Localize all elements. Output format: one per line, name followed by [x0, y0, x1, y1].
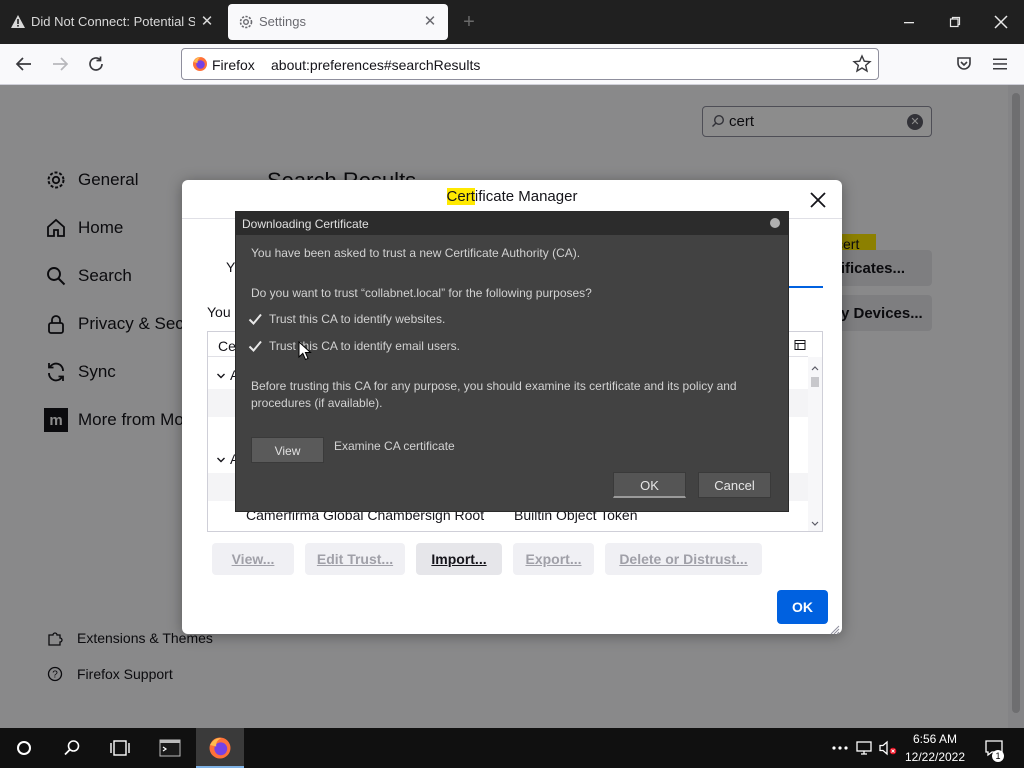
bookmark-star-icon[interactable]	[852, 54, 872, 74]
delete-distrust-button[interactable]: Delete or Distrust...	[605, 543, 762, 575]
network-icon[interactable]	[852, 736, 876, 760]
more-icon[interactable]	[828, 736, 852, 760]
tree-scrollbar[interactable]	[808, 357, 822, 531]
minimize-button[interactable]	[895, 8, 923, 36]
pocket-icon[interactable]	[952, 52, 976, 76]
intro-text: You	[207, 304, 231, 320]
menu-icon[interactable]	[988, 52, 1012, 76]
trust-question-text: Do you want to trust “collabnet.local” f…	[251, 286, 592, 300]
checkbox-label: Trust this CA to identify websites.	[269, 312, 446, 326]
close-icon[interactable]	[806, 188, 830, 212]
column-header: Ce	[218, 338, 236, 354]
clock-time: 6:56 AM	[912, 732, 958, 746]
close-window-button[interactable]	[987, 8, 1015, 36]
firefox-icon	[192, 56, 208, 72]
tab-label: Settings	[259, 14, 306, 29]
url-bar[interactable]: Firefox about:preferences#searchResults	[181, 48, 879, 80]
gear-icon	[238, 14, 254, 30]
nav-bar: Firefox about:preferences#searchResults	[0, 44, 1024, 85]
mouse-pointer-icon	[298, 340, 312, 361]
dialog-close-icon[interactable]	[770, 218, 780, 228]
edit-trust-button[interactable]: Edit Trust...	[305, 543, 405, 575]
export-button[interactable]: Export...	[513, 543, 594, 575]
dialog-titlebar[interactable]: Downloading Certificate	[236, 212, 788, 235]
tab-close-icon[interactable]: ✕	[199, 14, 215, 30]
title-highlight: Cert	[446, 188, 475, 205]
view-ca-description: Examine CA certificate	[334, 439, 455, 453]
tab-strip: Did Not Connect: Potential Se ✕ Settings…	[0, 0, 1024, 44]
view-button[interactable]: View...	[212, 543, 294, 575]
ok-button[interactable]: OK	[613, 472, 686, 498]
firefox-icon	[208, 736, 232, 760]
trust-websites-checkbox[interactable]: Trust this CA to identify websites.	[246, 310, 445, 328]
checkmark-icon	[246, 337, 264, 355]
tab-label: Did Not Connect: Potential Se	[31, 14, 195, 29]
chevron-down-icon[interactable]	[216, 368, 226, 379]
column-picker-icon[interactable]	[794, 338, 806, 350]
chevron-down-icon[interactable]	[216, 452, 226, 463]
import-button[interactable]: Import...	[416, 543, 502, 575]
tab-your-certificates[interactable]: Y	[226, 259, 235, 275]
dialog-title: Downloading Certificate	[242, 217, 369, 231]
clock-date: 12/22/2022	[904, 750, 966, 764]
trust-intro-text: You have been asked to trust a new Certi…	[251, 246, 581, 260]
system-clock[interactable]: 6:56 AM 12/22/2022	[900, 730, 970, 766]
trust-advice-text: Before trusting this CA for any purpose,…	[251, 379, 737, 410]
certificate-manager-title: Certificate Manager	[182, 188, 842, 205]
identity-label: Firefox	[212, 57, 255, 73]
tab-close-icon[interactable]: ✕	[422, 14, 438, 30]
url-text[interactable]: about:preferences#searchResults	[271, 56, 480, 74]
tab-did-not-connect[interactable]: Did Not Connect: Potential Se ✕	[0, 4, 225, 40]
trust-email-checkbox[interactable]: Trust this CA to identify email users.	[246, 337, 460, 355]
restore-button[interactable]	[941, 8, 969, 36]
resize-grip-icon[interactable]	[830, 622, 840, 635]
title-rest: ificate Manager	[474, 188, 578, 205]
terminal-icon[interactable]	[158, 736, 182, 760]
taskbar: 6:56 AM 12/22/2022 1	[0, 728, 1024, 768]
cancel-button[interactable]: Cancel	[698, 472, 771, 498]
reload-button[interactable]	[84, 52, 108, 76]
search-icon[interactable]	[60, 736, 84, 760]
forward-button[interactable]	[48, 52, 72, 76]
view-ca-button[interactable]: View	[251, 437, 324, 463]
new-tab-button[interactable]: +	[459, 10, 479, 34]
tab-settings[interactable]: Settings ✕	[228, 4, 448, 40]
checkmark-icon	[246, 310, 264, 328]
downloading-certificate-dialog: Downloading Certificate You have been as…	[235, 211, 789, 512]
volume-muted-icon[interactable]	[876, 736, 900, 760]
warning-icon	[10, 14, 26, 30]
start-icon[interactable]	[12, 736, 36, 760]
back-button[interactable]	[12, 52, 36, 76]
notification-count-badge: 1	[992, 750, 1004, 762]
ok-button[interactable]: OK	[777, 590, 828, 624]
task-view-icon[interactable]	[108, 736, 132, 760]
